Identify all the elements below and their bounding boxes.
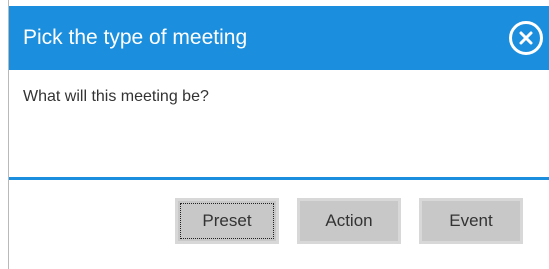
- dialog-message: What will this meeting be?: [23, 88, 209, 105]
- close-icon[interactable]: [509, 21, 543, 55]
- dialog-separator: [9, 177, 549, 180]
- close-x-glyph: [519, 31, 533, 45]
- dialog-title: Pick the type of meeting: [23, 26, 248, 49]
- dialog-titlebar: Pick the type of meeting: [9, 6, 549, 70]
- event-button-label: Event: [449, 211, 493, 230]
- focus-ring: [180, 203, 274, 239]
- preset-button[interactable]: Preset: [175, 198, 279, 244]
- action-button-label: Action: [325, 211, 373, 230]
- meeting-type-dialog: Pick the type of meeting What will this …: [8, 0, 549, 269]
- action-button[interactable]: Action: [297, 198, 401, 244]
- event-button[interactable]: Event: [419, 198, 523, 244]
